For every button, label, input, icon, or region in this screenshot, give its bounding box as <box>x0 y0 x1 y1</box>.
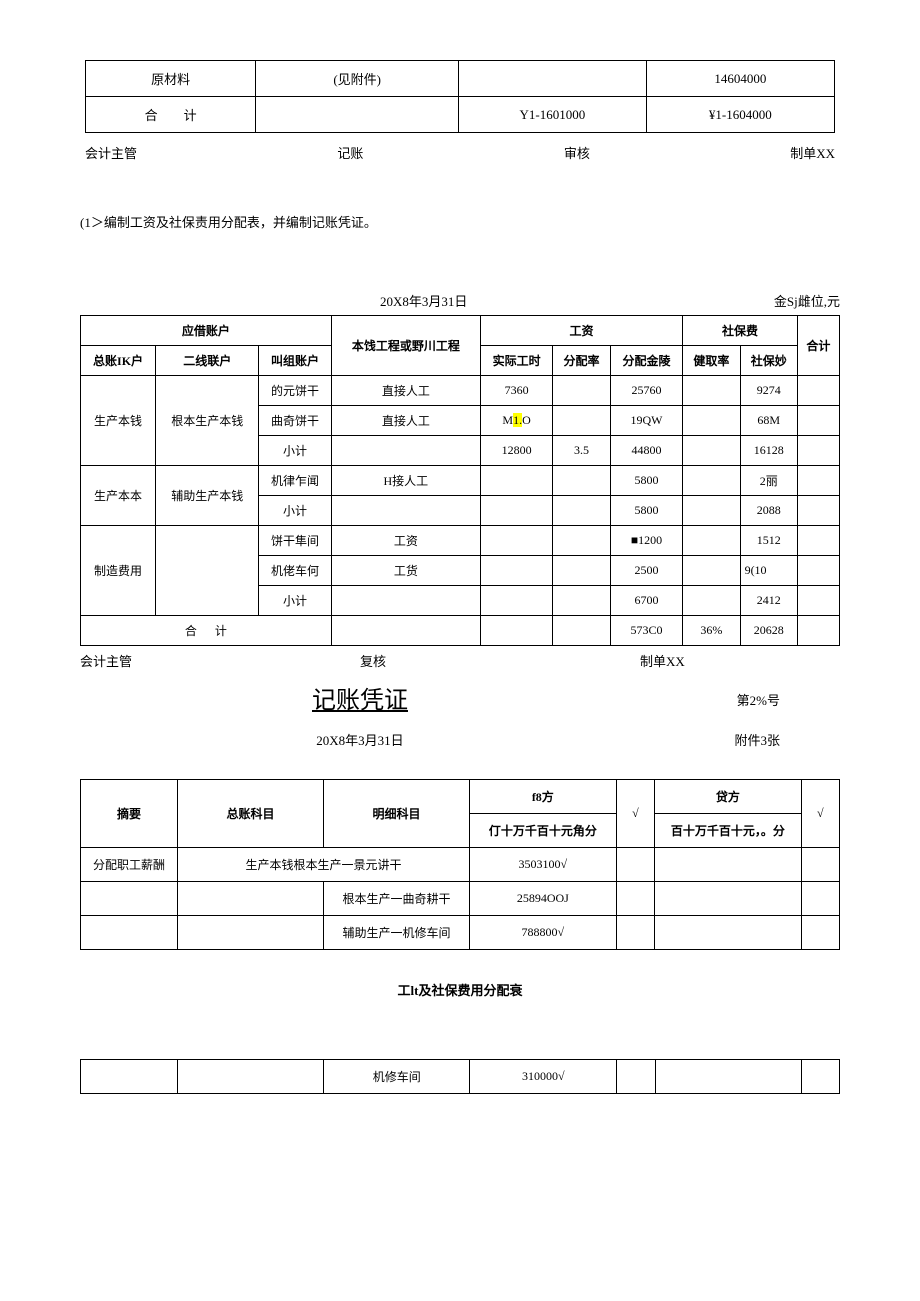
voucher-title: 记账凭证 <box>260 680 460 715</box>
signature-row-1: 会计主管 记账 审核 制单XX <box>85 143 835 162</box>
th-second: 二线联户 <box>156 346 259 376</box>
alloc-date: 20X8年3月31日 <box>380 291 580 310</box>
last-row-table: 机修车间 310000√ <box>80 1059 840 1094</box>
th-check: √ <box>616 780 654 848</box>
cell: 原材料 <box>86 61 256 97</box>
table-row: 生产本钱 根本生产本钱 的元饼干 直接人工 7360 25760 9274 <box>81 376 840 406</box>
sig-label: 制单XX <box>790 143 835 162</box>
th-hours: 实际工时 <box>480 346 553 376</box>
th-credit-digits: 百十万千百十元，。分 <box>655 814 801 848</box>
cell <box>459 61 647 97</box>
th-detail: 明细科目 <box>324 780 470 848</box>
note-text: (1＞编制工资及社保责用分配表，并编制记账凭证。 <box>80 212 920 231</box>
th-ledger: 总账科目 <box>178 780 324 848</box>
th-credit: 贷方 <box>655 780 801 814</box>
th-debit: f8方 <box>469 780 616 814</box>
sig-label: 会计主管 <box>80 651 360 670</box>
table-row: 生产本本 辅助生产本钱 机律乍闻 H接人工 5800 2丽 <box>81 466 840 496</box>
voucher-block: 记账凭证 第2%号 20X8年3月31日 附件3张 <box>80 680 840 749</box>
voucher-table: 摘要 总账科目 明细科目 f8方 √ 贷方 √ 仃十万千百十元角分 百十万千百十… <box>80 779 840 950</box>
th-debit-digits: 仃十万千百十元角分 <box>469 814 616 848</box>
th-rate: 分配率 <box>553 346 610 376</box>
sig-label: 审核 <box>564 143 590 162</box>
sig-label: 复核 <box>360 651 640 670</box>
th-project: 本饯工程或野川工程 <box>331 316 480 376</box>
cell: ¥1-1604000 <box>646 97 834 133</box>
cell: Y1-1601000 <box>459 97 647 133</box>
table-row: 机修车间 310000√ <box>81 1060 840 1094</box>
cell: (见附件) <box>256 61 459 97</box>
cell <box>256 97 459 133</box>
voucher-date: 20X8年3月31日 <box>260 730 460 749</box>
alloc-unit: 金Sj雌位,元 <box>774 291 840 310</box>
table-total-row: 合 计 573C0 36% 20628 <box>81 616 840 646</box>
th-social: 社保费 <box>683 316 798 346</box>
th-account: 应借账户 <box>81 316 332 346</box>
table-row: 根本生产一曲奇耕干 25894OOJ <box>81 882 840 916</box>
voucher-attachments: 附件3张 <box>734 730 780 749</box>
sig-label: 会计主管 <box>85 143 137 162</box>
sig-label: 制单XX <box>640 651 685 670</box>
th-summary: 摘要 <box>81 780 178 848</box>
signature-row-2: 会计主管 复核 制单XX <box>80 651 840 670</box>
th-check: √ <box>801 780 840 848</box>
sig-label: 记账 <box>337 143 363 162</box>
th-total: 合计 <box>797 316 839 376</box>
allocation-header: 20X8年3月31日 金Sj雌位,元 <box>80 291 840 310</box>
th-detail: 叫组账户 <box>259 346 332 376</box>
th-ledger: 总账IK户 <box>81 346 156 376</box>
top-table: 原材料 (见附件) 14604000 合 计 Y1-1601000 ¥1-160… <box>85 60 835 133</box>
th-amount: 分配金陵 <box>610 346 683 376</box>
table-row: 辅助生产一机修车间 788800√ <box>81 916 840 950</box>
allocation-table: 应借账户 本饯工程或野川工程 工资 社保费 合计 总账IK户 二线联户 叫组账户… <box>80 315 840 646</box>
table-row: 分配职工薪酬 生产本钱根本生产一景元讲干 3503100√ <box>81 848 840 882</box>
cell: 合 计 <box>86 97 256 133</box>
th-wage: 工资 <box>480 316 682 346</box>
table-row: 制造费用 饼干隼间 工资 ■1200 1512 <box>81 526 840 556</box>
cell: 14604000 <box>646 61 834 97</box>
sub-title: 工lt及社保费用分配衰 <box>80 980 840 999</box>
voucher-number: 第2%号 <box>737 690 780 709</box>
th-srate: 健取率 <box>683 346 740 376</box>
th-samount: 社保妙 <box>740 346 797 376</box>
